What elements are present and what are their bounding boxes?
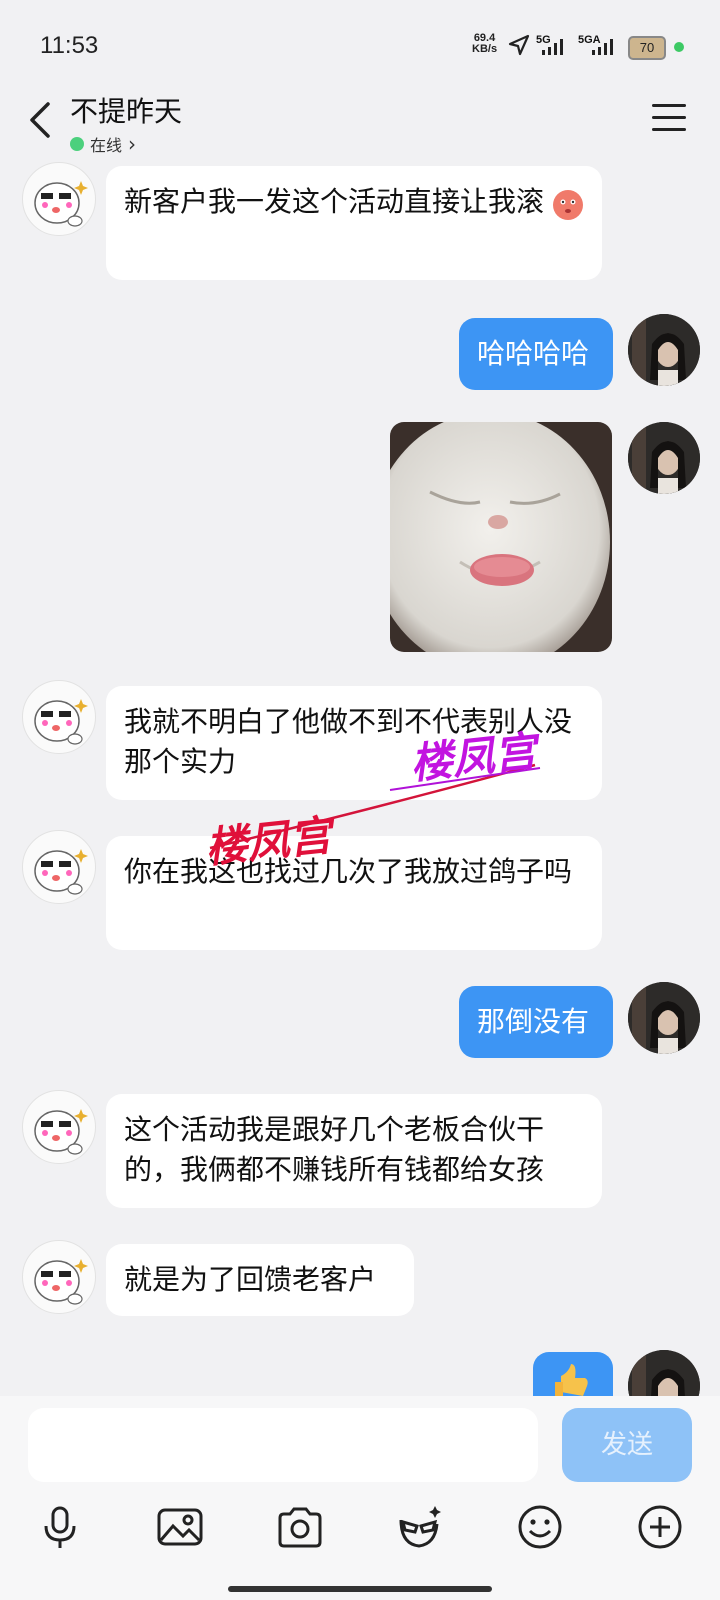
cat-avatar-icon bbox=[34, 181, 88, 227]
network-speed-unit: KB/s bbox=[472, 43, 498, 55]
message-text: 那倒没有 bbox=[477, 1005, 590, 1038]
location-arrow-icon bbox=[508, 34, 530, 56]
signal-bars-icon bbox=[592, 39, 613, 55]
microphone-icon[interactable] bbox=[35, 1502, 85, 1552]
plus-icon[interactable] bbox=[635, 1502, 685, 1552]
online-dot-icon bbox=[70, 137, 84, 151]
emoji-icon[interactable] bbox=[515, 1502, 565, 1552]
battery-indicator: 70 bbox=[628, 36, 666, 60]
my-avatar[interactable] bbox=[628, 314, 700, 386]
cat-avatar-icon bbox=[34, 849, 88, 895]
contact-avatar[interactable] bbox=[22, 830, 96, 904]
message-text: 哈哈哈哈 bbox=[477, 337, 590, 370]
message-text: 这个活动我是跟好几个老板合伙干的，我俩都不赚钱所有钱都给女孩 bbox=[124, 1113, 545, 1186]
status-bar: 11:53 69.4 KB/s 5G 5GA 70 bbox=[0, 0, 720, 90]
message-text: 新客户我一发这个活动直接让我滚 bbox=[124, 185, 545, 218]
contact-name[interactable]: 不提昨天 bbox=[70, 90, 182, 130]
magic-face-icon[interactable] bbox=[395, 1502, 445, 1552]
network-speed: 69.4 KB/s bbox=[472, 33, 497, 55]
message-bubble-incoming[interactable]: 这个活动我是跟好几个老板合伙干的，我俩都不赚钱所有钱都给女孩 bbox=[106, 1094, 602, 1208]
user-photo-icon bbox=[628, 982, 700, 1054]
cat-avatar-icon bbox=[34, 1259, 88, 1305]
status-time: 11:53 bbox=[40, 32, 99, 59]
send-button[interactable]: 发送 bbox=[562, 1408, 692, 1482]
image-icon[interactable] bbox=[155, 1502, 205, 1552]
message-text: 就是为了回馈老客户 bbox=[124, 1263, 377, 1296]
user-photo-icon bbox=[628, 422, 700, 494]
my-avatar[interactable] bbox=[628, 982, 700, 1054]
cat-avatar-icon bbox=[34, 699, 88, 745]
online-status[interactable]: 在线 › bbox=[70, 132, 136, 156]
message-input[interactable] bbox=[28, 1408, 538, 1482]
signal-bars-icon bbox=[542, 39, 563, 55]
message-bubble-outgoing[interactable]: 哈哈哈哈 bbox=[459, 318, 613, 390]
privacy-dot bbox=[674, 42, 684, 52]
sticker-image[interactable] bbox=[390, 422, 612, 652]
camera-icon[interactable] bbox=[275, 1502, 325, 1552]
laughing-cat-image bbox=[390, 422, 612, 652]
contact-avatar[interactable] bbox=[22, 162, 96, 236]
chevron-right-icon: › bbox=[128, 132, 137, 156]
user-photo-icon bbox=[628, 314, 700, 386]
home-indicator[interactable] bbox=[228, 1586, 492, 1592]
message-bubble-incoming[interactable]: 新客户我一发这个活动直接让我滚 bbox=[106, 166, 602, 280]
contact-avatar[interactable] bbox=[22, 680, 96, 754]
chat-header: 不提昨天 在线 › bbox=[0, 90, 720, 160]
message-bubble-incoming[interactable]: 就是为了回馈老客户 bbox=[106, 1244, 414, 1316]
online-status-label: 在线 bbox=[90, 136, 123, 155]
composer: 发送 bbox=[0, 1396, 720, 1600]
menu-icon[interactable] bbox=[652, 104, 686, 134]
contact-avatar[interactable] bbox=[22, 1240, 96, 1314]
contact-avatar[interactable] bbox=[22, 1090, 96, 1164]
cat-avatar-icon bbox=[34, 1109, 88, 1155]
message-bubble-outgoing[interactable]: 那倒没有 bbox=[459, 986, 613, 1058]
back-icon[interactable] bbox=[22, 98, 62, 142]
my-avatar[interactable] bbox=[628, 422, 700, 494]
flushed-face-emoji-icon bbox=[552, 190, 583, 220]
